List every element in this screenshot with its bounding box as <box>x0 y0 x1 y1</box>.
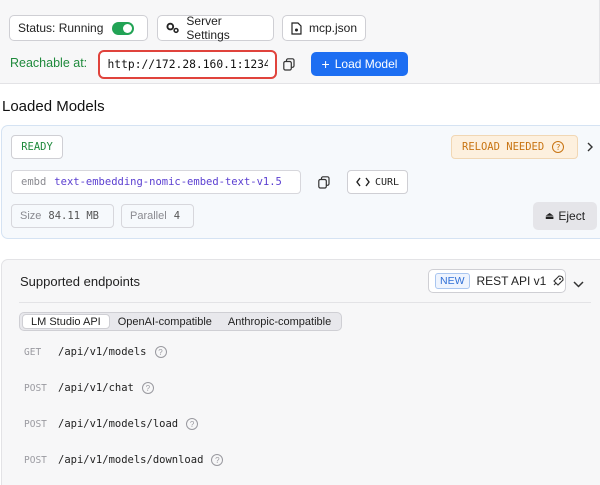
eject-icon: ⏏ <box>544 210 555 222</box>
curl-label: CURL <box>374 176 400 188</box>
rest-api-label: REST API v1 <box>476 274 547 288</box>
reload-needed-label: RELOAD NEEDED <box>462 141 545 153</box>
tab-anthropic-compatible[interactable]: Anthropic-compatible <box>220 314 339 329</box>
endpoint-row: POST /api/v1/chat ? <box>24 382 154 394</box>
server-url-field[interactable] <box>98 50 277 79</box>
load-model-label: Load Model <box>334 57 398 71</box>
endpoint-method: POST <box>24 382 47 394</box>
gear-icon <box>166 22 179 34</box>
help-icon[interactable]: ? <box>154 346 167 358</box>
eject-label: Eject <box>558 209 586 223</box>
server-url-input[interactable] <box>107 58 268 71</box>
file-icon <box>291 21 302 35</box>
mcp-json-button[interactable]: mcp.json <box>282 15 366 41</box>
running-toggle[interactable] <box>112 21 135 35</box>
copy-icon <box>283 57 295 71</box>
server-control-panel: Status: Running Server Settings mcp.json… <box>0 0 600 84</box>
model-id-label: text-embedding-nomic-embed-text-v1.5 <box>54 176 282 188</box>
endpoint-path: /api/v1/models <box>58 346 147 358</box>
model-parallel-stat: Parallel 4 <box>121 204 194 228</box>
help-icon[interactable]: ? <box>186 418 199 430</box>
size-label: Size <box>20 210 42 222</box>
chevron-right-icon[interactable] <box>586 141 594 155</box>
endpoint-method: GET <box>24 346 42 358</box>
api-type-tabs: LM Studio API OpenAI-compatible Anthropi… <box>19 312 343 331</box>
ready-status-badge: READY <box>11 135 63 159</box>
parallel-value: 4 <box>173 210 181 222</box>
tab-lm-studio-api[interactable]: LM Studio API <box>22 314 110 329</box>
load-model-button[interactable]: + Load Model <box>311 52 408 76</box>
plus-icon: + <box>321 56 330 72</box>
new-badge: NEW <box>435 273 470 289</box>
model-size-stat: Size 84.11 MB <box>11 204 114 228</box>
model-identifier: embd text-embedding-nomic-embed-text-v1.… <box>11 170 301 194</box>
parallel-label: Parallel <box>130 210 167 222</box>
server-settings-button[interactable]: Server Settings <box>157 14 274 42</box>
endpoint-row: POST /api/v1/models/download ? <box>24 454 224 466</box>
endpoint-row: POST /api/v1/models/load ? <box>24 418 199 430</box>
endpoint-path: /api/v1/chat <box>58 382 134 394</box>
endpoints-title: Supported endpoints <box>20 274 140 289</box>
model-arch-label: embd <box>21 176 47 188</box>
mcp-json-label: mcp.json <box>308 21 357 35</box>
copy-model-id-button[interactable] <box>315 173 333 191</box>
help-icon[interactable]: ? <box>211 454 224 466</box>
endpoint-path: /api/v1/models/load <box>58 418 179 430</box>
copy-url-button[interactable] <box>280 55 298 73</box>
endpoint-method: POST <box>24 454 47 466</box>
model-card: READY RELOAD NEEDED ? embd text-embeddin… <box>1 125 600 239</box>
code-icon <box>356 177 370 187</box>
eject-button[interactable]: ⏏ Eject <box>533 202 597 230</box>
chevron-down-icon[interactable] <box>573 277 584 291</box>
reachable-label: Reachable at: <box>10 56 88 70</box>
size-value: 84.11 MB <box>48 210 99 222</box>
help-icon[interactable]: ? <box>141 382 154 394</box>
copy-icon <box>318 175 330 189</box>
status-toggle-button[interactable]: Status: Running <box>9 15 148 41</box>
rest-api-version-button[interactable]: NEW REST API v1 <box>428 269 566 293</box>
server-settings-label: Server Settings <box>186 14 230 42</box>
rocket-icon <box>553 275 564 286</box>
endpoint-path: /api/v1/models/download <box>58 454 204 466</box>
curl-button[interactable]: CURL <box>347 170 408 194</box>
status-label: Status: Running <box>18 21 104 35</box>
endpoints-panel: Supported endpoints NEW REST API v1 LM S… <box>1 259 600 485</box>
help-icon[interactable]: ? <box>552 141 565 153</box>
reload-needed-badge[interactable]: RELOAD NEEDED ? <box>451 135 578 159</box>
endpoint-method: POST <box>24 418 47 430</box>
loaded-models-title: Loaded Models <box>2 98 105 115</box>
endpoint-row: GET /api/v1/models ? <box>24 346 167 358</box>
tab-openai-compatible[interactable]: OpenAI-compatible <box>110 314 220 329</box>
divider <box>19 302 591 303</box>
